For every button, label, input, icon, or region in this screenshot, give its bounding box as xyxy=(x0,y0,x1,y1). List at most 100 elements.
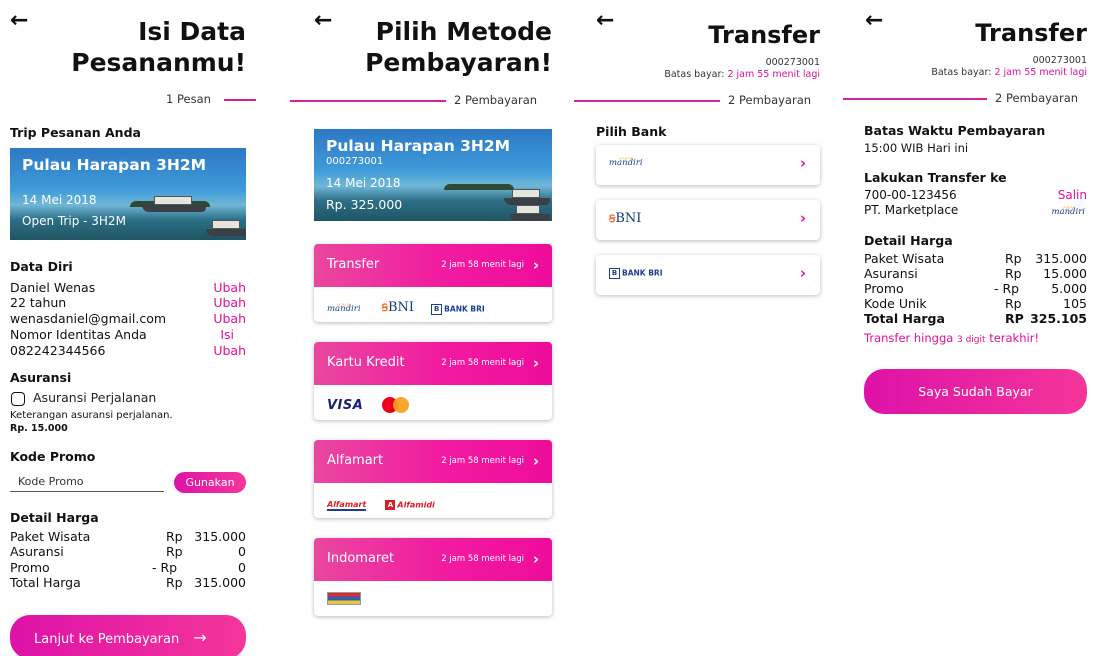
progress-step: 1 Pesan xyxy=(0,91,256,107)
price-value: 0 xyxy=(238,544,246,559)
progress-line xyxy=(843,98,987,100)
time-left: 2 jam 58 menit lagi xyxy=(441,358,524,368)
account-name: PT. Marketplace xyxy=(864,203,959,217)
method-card-transfer[interactable]: Transfer 2 jam 58 menit lagi › 〰〰 mandiri… xyxy=(314,244,552,322)
indomaret-logo xyxy=(327,592,361,605)
bank-heading: Pilih Bank xyxy=(596,124,667,139)
mandiri-logo: 〰〰 mandiri xyxy=(1051,204,1085,217)
continue-payment-button[interactable]: Lanjut ke Pembayaran → xyxy=(10,615,246,656)
price-currency: Rp xyxy=(1005,296,1022,311)
progress-line xyxy=(224,99,256,101)
screen-transfer-details: ← Transfer 000273001 Batas bayar: 2 jam … xyxy=(843,0,1094,656)
promo-input[interactable]: Kode Promo xyxy=(10,473,164,492)
price-label: Kode Unik xyxy=(864,296,927,311)
price-row-total: Total Harga RP 325.105 xyxy=(864,311,1087,326)
page-title: Transfer xyxy=(975,19,1087,47)
trip-banner[interactable]: Pulau Harapan 3H2M 14 Mei 2018 Open Trip… xyxy=(10,148,246,240)
trip-name: Pulau Harapan 3H2M xyxy=(326,137,511,155)
price-currency: Rp xyxy=(1005,266,1022,281)
data-row-email: wenasdaniel@gmail.com Ubah xyxy=(10,311,246,327)
method-card-credit[interactable]: Kartu Kredit 2 jam 58 menit lagi › VISA xyxy=(314,342,552,420)
price-value: 315.000 xyxy=(1035,251,1087,266)
button-label: Lanjut ke Pembayaran xyxy=(34,631,180,647)
progress-step: 2 Pembayaran xyxy=(574,92,830,108)
bank-logos: 〰〰 mandiri ꞨBNI B BANK BRI xyxy=(327,296,485,315)
payment-deadline: Batas bayar: 2 jam 55 menit lagi xyxy=(664,69,820,80)
data-row-id: Nomor Identitas Anda Isi xyxy=(10,327,246,343)
method-name: Transfer xyxy=(327,257,380,272)
price-label: Paket Wisata xyxy=(10,529,91,544)
time-left: 2 jam 58 menit lagi xyxy=(441,260,524,270)
step-label: 1 Pesan xyxy=(166,92,211,106)
apply-promo-button[interactable]: Gunakan xyxy=(174,472,246,493)
payment-deadline: Batas bayar: 2 jam 55 menit lagi xyxy=(931,67,1087,78)
visa-logo: VISA xyxy=(327,398,364,413)
fill-link[interactable]: Isi xyxy=(220,327,234,343)
price-value: 0 xyxy=(238,560,246,575)
price-currency: Rp xyxy=(1005,251,1022,266)
time-left: 2 jam 58 menit lagi xyxy=(441,456,524,466)
mandiri-logo: 〰〰 mandiri xyxy=(609,155,643,168)
chevron-right-icon: › xyxy=(532,550,539,568)
data-row-name: Daniel Wenas Ubah xyxy=(10,280,246,296)
method-name: Indomaret xyxy=(327,551,395,566)
account-number: 700-00-123456 xyxy=(864,188,957,202)
boat-shape xyxy=(504,185,550,205)
step-label: 2 Pembayaran xyxy=(728,93,812,107)
edit-link[interactable]: Ubah xyxy=(213,343,246,359)
price-value: 315.000 xyxy=(194,575,246,590)
price-currency: Rp xyxy=(166,575,183,590)
price-label: Total Harga xyxy=(864,311,945,326)
insurance-checkbox[interactable] xyxy=(11,392,25,406)
bank-option-bni[interactable]: ꞨBNI › xyxy=(596,200,820,240)
edit-link[interactable]: Ubah xyxy=(213,311,246,327)
boat-shape xyxy=(510,203,550,221)
screen-payment-method: ← Pilih Metode Pembayaran! 2 Pembayaran … xyxy=(290,0,562,656)
edit-link[interactable]: Ubah xyxy=(213,295,246,311)
price-value: 15.000 xyxy=(1043,266,1087,281)
insurance-price: Rp. 15.000 xyxy=(10,423,68,434)
page-title: Isi Data Pesananmu! xyxy=(71,17,246,77)
store-logos: Alfamart A Alfamidi xyxy=(327,492,435,511)
deadline-time: 15:00 WIB Hari ini xyxy=(864,141,969,155)
price-row: Asuransi Rp 15.000 xyxy=(864,266,1087,281)
price-label: Paket Wisata xyxy=(864,251,945,266)
back-arrow-icon[interactable]: ← xyxy=(10,10,28,32)
price-heading: Detail Harga xyxy=(10,510,99,525)
arrow-right-icon: → xyxy=(193,627,207,647)
data-value: Nomor Identitas Anda xyxy=(10,327,147,342)
trip-heading: Trip Pesanan Anda xyxy=(10,125,141,140)
data-row-age: 22 tahun Ubah xyxy=(10,295,246,311)
store-logos xyxy=(327,590,361,608)
price-currency: - Rp xyxy=(152,560,178,575)
bank-option-mandiri[interactable]: 〰〰 mandiri › xyxy=(596,145,820,185)
price-heading: Detail Harga xyxy=(864,233,953,248)
chevron-right-icon: › xyxy=(799,264,806,282)
copy-button[interactable]: Salin xyxy=(1058,188,1087,203)
personal-data-heading: Data Diri xyxy=(10,259,73,274)
edit-link[interactable]: Ubah xyxy=(213,280,246,296)
back-arrow-icon[interactable]: ← xyxy=(314,10,332,32)
method-card-indomaret[interactable]: Indomaret 2 jam 58 menit lagi › xyxy=(314,538,552,616)
price-row: Paket Wisata Rp 315.000 xyxy=(864,251,1087,266)
back-arrow-icon[interactable]: ← xyxy=(865,10,883,32)
deadline-heading: Batas Waktu Pembayaran xyxy=(864,123,1046,138)
trip-type: Open Trip - 3H2M xyxy=(22,214,126,228)
chevron-right-icon: › xyxy=(532,256,539,274)
trip-banner[interactable]: Pulau Harapan 3H2M 000273001 14 Mei 2018… xyxy=(314,129,552,221)
back-arrow-icon[interactable]: ← xyxy=(596,10,614,32)
step-label: 2 Pembayaran xyxy=(995,91,1079,105)
chevron-right-icon: › xyxy=(532,452,539,470)
insurance-description: Keterangan asuransi perjalanan. xyxy=(10,410,173,421)
bank-option-bri[interactable]: B BANK BRI › xyxy=(596,255,820,295)
mandiri-logo: 〰〰 mandiri xyxy=(327,301,361,314)
price-value: 105 xyxy=(1063,296,1087,311)
trip-name: Pulau Harapan 3H2M xyxy=(22,156,207,174)
method-card-alfamart[interactable]: Alfamart 2 jam 58 menit lagi › Alfamart … xyxy=(314,440,552,518)
already-paid-button[interactable]: Saya Sudah Bayar xyxy=(864,369,1087,414)
price-currency: Rp xyxy=(166,529,183,544)
price-row: Paket Wisata Rp 315.000 xyxy=(10,529,246,544)
price-label: Total Harga xyxy=(10,575,81,590)
price-label: Asuransi xyxy=(10,544,64,559)
alfamart-logo: Alfamart xyxy=(327,500,367,511)
